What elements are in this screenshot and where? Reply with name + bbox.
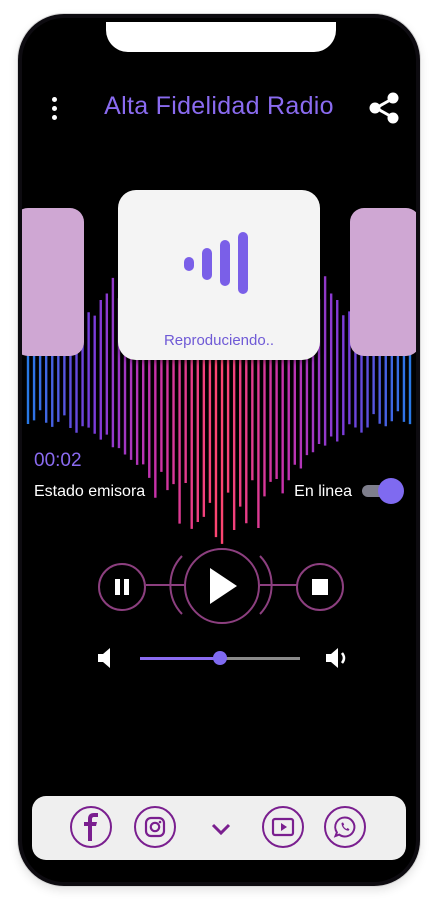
elapsed-time: 00:02 [34,450,82,471]
instagram-icon [144,816,166,838]
pause-icon [115,579,129,595]
phone-notch [106,22,336,52]
volume-slider[interactable] [140,651,300,665]
online-status-label: En linea [294,483,352,500]
playback-controls [22,540,416,640]
station-status-label: Estado emisora [34,483,146,500]
instagram-button[interactable] [134,806,176,848]
app-title: Alta Fidelidad Radio [104,92,334,120]
toggle-knob [378,478,404,504]
facebook-icon [84,813,98,841]
stop-button[interactable] [296,563,344,611]
facebook-button[interactable] [70,806,112,848]
whatsapp-button[interactable] [324,806,366,848]
top-bar: Alta Fidelidad Radio [22,82,416,134]
previous-station-card[interactable] [22,208,84,356]
app-screen: Reproduciendo.. Alta Fidelidad Radio 00:… [22,18,416,882]
share-button[interactable] [364,88,404,128]
chevron-down-icon[interactable] [210,822,232,836]
audio-bars-icon [184,232,248,294]
stop-icon [312,579,328,595]
pause-button[interactable] [98,563,146,611]
youtube-button[interactable] [262,806,304,848]
online-toggle[interactable] [362,478,404,504]
phone-frame: Reproduciendo.. Alta Fidelidad Radio 00:… [18,14,420,886]
youtube-icon [271,817,295,837]
play-icon [210,568,237,604]
share-icon [369,92,399,124]
social-bar [32,796,406,860]
volume-slider-thumb[interactable] [213,651,227,665]
play-button[interactable] [184,548,260,624]
volume-high-icon[interactable] [324,646,350,670]
volume-control [22,638,416,678]
next-station-card[interactable] [350,208,416,356]
whatsapp-icon [333,816,356,838]
more-vert-icon[interactable] [44,94,64,124]
volume-slider-fill [140,657,220,660]
playback-status-text: Reproduciendo.. [163,332,275,349]
station-cover-card: Reproduciendo.. [118,190,320,360]
volume-low-icon[interactable] [96,646,116,670]
